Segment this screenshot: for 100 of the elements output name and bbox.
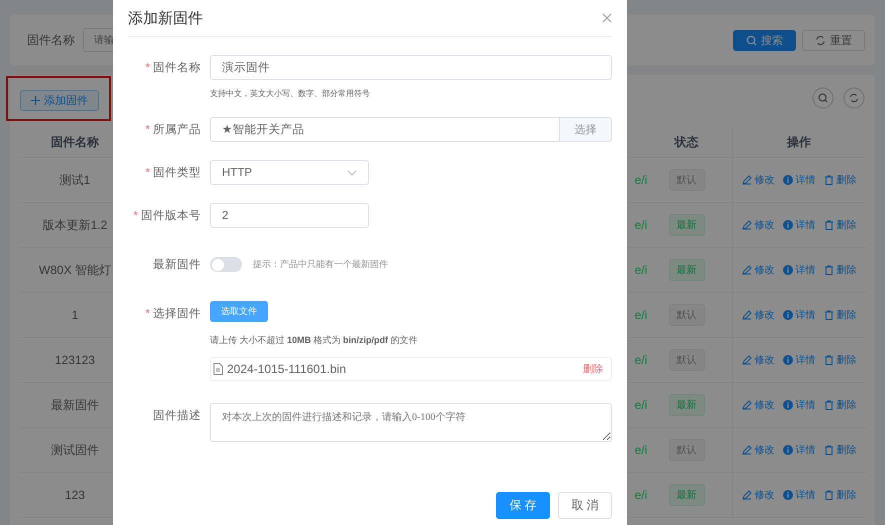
field-label: 选择固件 bbox=[153, 306, 201, 321]
pencil-icon bbox=[742, 445, 752, 455]
edit-link[interactable]: 修改 bbox=[742, 218, 775, 232]
table-cell: 测试1 bbox=[60, 172, 90, 186]
chevron-down-icon bbox=[347, 170, 357, 176]
pencil-icon bbox=[742, 175, 752, 185]
edit-link[interactable]: 修改 bbox=[742, 353, 775, 367]
info-icon bbox=[782, 220, 793, 230]
status-tag: 最新 bbox=[668, 259, 705, 281]
pencil-icon bbox=[742, 490, 752, 500]
filter-label: 固件名称 bbox=[27, 32, 75, 48]
edit-link[interactable]: 修改 bbox=[742, 263, 775, 277]
search-button[interactable]: 搜索 bbox=[733, 30, 796, 50]
table-cell: e/i bbox=[634, 353, 648, 367]
field-label: 最新固件 bbox=[153, 257, 201, 272]
close-icon[interactable] bbox=[602, 13, 612, 23]
toggle-switch[interactable] bbox=[210, 257, 242, 272]
table-cell: e/i bbox=[634, 398, 648, 412]
add-firmware-button[interactable]: 添加固件 bbox=[20, 90, 99, 110]
reset-button[interactable]: 重置 bbox=[802, 30, 865, 50]
trash-icon bbox=[824, 265, 834, 275]
edit-link[interactable]: 修改 bbox=[742, 488, 775, 502]
edit-link[interactable]: 修改 bbox=[742, 443, 775, 457]
trash-icon bbox=[824, 220, 834, 230]
upload-tip: 请上传 大小不超过 10MB 格式为 bin/zip/pdf 的文件 bbox=[210, 334, 419, 347]
details-link[interactable]: 详情 bbox=[782, 173, 816, 187]
pencil-icon bbox=[742, 400, 752, 410]
table-cell: e/i bbox=[634, 308, 648, 322]
table-cell: 123 bbox=[64, 488, 85, 502]
file-name: 2024-1015-111601.bin bbox=[227, 362, 347, 376]
edit-link[interactable]: 修改 bbox=[742, 308, 775, 322]
pencil-icon bbox=[742, 355, 752, 365]
text-field[interactable]: 演示固件 bbox=[210, 55, 612, 80]
plus-icon bbox=[31, 96, 40, 104]
toggle-hint: 提示：产品中只能有一个最新固件 bbox=[253, 258, 388, 271]
delete-link[interactable]: 删除 bbox=[824, 218, 857, 232]
info-icon bbox=[782, 175, 793, 185]
table-cell: e/i bbox=[634, 488, 648, 502]
table-cell: W80X 智能灯 bbox=[38, 262, 111, 276]
trash-icon bbox=[824, 400, 834, 410]
edit-link[interactable]: 修改 bbox=[742, 398, 775, 412]
delete-link[interactable]: 删除 bbox=[824, 398, 857, 412]
search-icon bbox=[746, 34, 757, 46]
table-cell: e/i bbox=[634, 263, 648, 277]
info-icon bbox=[782, 400, 793, 410]
status-tag: 最新 bbox=[668, 394, 705, 416]
save-button[interactable]: 保 存 bbox=[496, 492, 550, 519]
product-field[interactable]: ★智能开关产品 bbox=[210, 117, 560, 142]
trash-icon bbox=[824, 355, 834, 365]
delete-link[interactable]: 删除 bbox=[824, 488, 857, 502]
info-icon bbox=[782, 355, 793, 365]
details-link[interactable]: 详情 bbox=[782, 398, 816, 412]
delete-link[interactable]: 删除 bbox=[824, 173, 857, 187]
choose-file-button[interactable]: 选取文件 bbox=[210, 301, 268, 322]
field-label: 所属产品 bbox=[153, 122, 201, 137]
description-field[interactable]: 对本次上次的固件进行描述和记录，请输入0-100个字符 bbox=[210, 403, 612, 442]
table-cell: 测试固件 bbox=[50, 442, 99, 456]
delete-link[interactable]: 删除 bbox=[824, 353, 857, 367]
details-link[interactable]: 详情 bbox=[782, 263, 816, 277]
field-label: 固件类型 bbox=[153, 166, 201, 180]
details-link[interactable]: 详情 bbox=[782, 443, 816, 457]
type-select[interactable]: HTTP bbox=[210, 160, 369, 185]
delete-link[interactable]: 删除 bbox=[583, 362, 603, 376]
pencil-icon bbox=[742, 265, 752, 275]
field-label: 固件名称 bbox=[153, 60, 201, 75]
details-link[interactable]: 详情 bbox=[782, 353, 816, 367]
column-header: 操作 bbox=[732, 127, 865, 157]
required-mark: * bbox=[134, 210, 138, 222]
table-cell: 123123 bbox=[54, 353, 95, 367]
dialog-title: 添加新固件 bbox=[128, 8, 203, 28]
refresh-icon[interactable] bbox=[843, 87, 865, 109]
status-tag: 最新 bbox=[668, 484, 705, 506]
info-icon bbox=[782, 310, 793, 320]
column-header: 固件名称 bbox=[50, 134, 100, 150]
details-link[interactable]: 详情 bbox=[782, 488, 816, 502]
table-cell: 1 bbox=[72, 308, 78, 322]
delete-link[interactable]: 删除 bbox=[824, 263, 857, 277]
details-link[interactable]: 详情 bbox=[782, 308, 816, 322]
required-mark: * bbox=[146, 308, 150, 320]
field-hint: 支持中文，英文大小写、数字、部分常用符号 bbox=[210, 88, 371, 99]
text-field[interactable]: 2 bbox=[210, 203, 369, 228]
table-cell: 最新固件 bbox=[50, 398, 99, 412]
search-icon[interactable] bbox=[812, 87, 834, 109]
trash-icon bbox=[824, 490, 834, 500]
required-mark: * bbox=[146, 62, 150, 74]
edit-link[interactable]: 修改 bbox=[742, 173, 775, 187]
table-cell: e/i bbox=[634, 443, 648, 457]
status-tag: 最新 bbox=[668, 214, 705, 236]
document-icon bbox=[213, 363, 223, 375]
required-mark: * bbox=[146, 166, 150, 178]
details-link[interactable]: 详情 bbox=[782, 218, 816, 232]
table-cell: e/i bbox=[634, 218, 648, 232]
delete-link[interactable]: 删除 bbox=[824, 443, 857, 457]
delete-link[interactable]: 删除 bbox=[824, 308, 857, 322]
cancel-button[interactable]: 取 消 bbox=[558, 492, 612, 519]
field-label: 固件版本号 bbox=[141, 208, 201, 223]
info-icon bbox=[782, 445, 793, 455]
column-header: 状态 bbox=[673, 134, 700, 150]
info-icon bbox=[782, 490, 793, 500]
choose-button[interactable]: 选择 bbox=[560, 117, 612, 142]
